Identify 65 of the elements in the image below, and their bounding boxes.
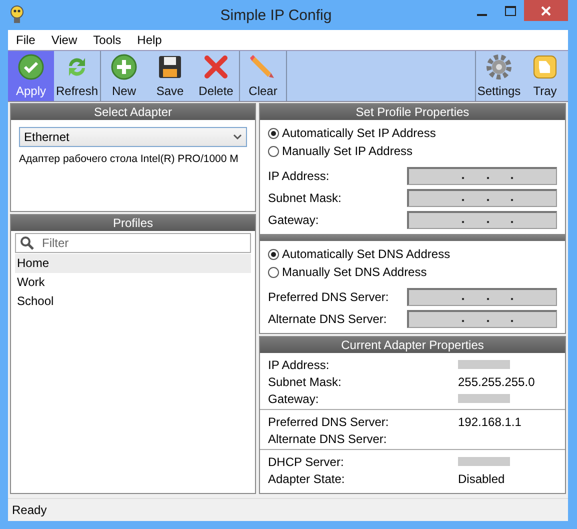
ip-address-field[interactable] [407, 167, 557, 185]
pencil-icon [249, 53, 277, 81]
close-icon [541, 6, 551, 16]
property-value: 255.255.255.0 [458, 374, 535, 388]
property-label: IP Address: [268, 358, 330, 372]
check-circle-icon [17, 53, 45, 81]
field-label: Subnet Mask: [268, 191, 342, 205]
menu-item[interactable]: File [8, 33, 44, 47]
settings-icon [485, 53, 513, 81]
toolbar-button[interactable]: Refresh [54, 51, 100, 101]
maximize-icon [504, 6, 516, 16]
adapter-description: Адаптер рабочего стола Intel(R) PRO/1000 M [19, 153, 240, 165]
profile-item[interactable]: Work [15, 273, 251, 292]
plus-circle-icon [110, 53, 138, 81]
radio-button[interactable] [268, 128, 279, 138]
ip-address-field[interactable] [407, 211, 557, 229]
field-label: IP Address: [268, 169, 330, 183]
field-label: Alternate DNS Server: [268, 312, 387, 326]
profile-item[interactable]: Home [15, 254, 251, 273]
property-value: 192.168.1.1 [458, 414, 522, 428]
toolbar-button[interactable]: Settings [476, 51, 522, 101]
panel-header: Select Adapter [11, 104, 255, 120]
window-title: Simple IP Config [219, 6, 333, 24]
toolbar-button[interactable]: Clear [240, 51, 286, 101]
search-icon [20, 236, 34, 250]
chevron-icon [233, 134, 242, 140]
property-label: Alternate DNS Server: [268, 432, 388, 446]
toolbar-button[interactable]: Save [147, 51, 193, 101]
field-label: Gateway: [268, 213, 319, 227]
profile-item[interactable]: School [15, 292, 251, 311]
property-label: Preferred DNS Server: [268, 414, 390, 428]
close-button[interactable] [524, 0, 568, 21]
toolbar-button[interactable]: Apply [8, 51, 54, 101]
toolbar-button[interactable]: Delete [193, 51, 239, 101]
radio-button[interactable] [268, 146, 279, 156]
filter-field[interactable]: Filter [15, 233, 251, 253]
menu-item[interactable]: Help [129, 33, 170, 47]
property-value: Disabled [458, 472, 505, 486]
adapter-dropdown[interactable]: Ethernet [19, 127, 247, 147]
panel-header: Current Adapter Properties [260, 337, 565, 353]
radio-button[interactable] [268, 248, 279, 260]
toolbar-button[interactable]: Tray [522, 51, 568, 101]
radio-label[interactable]: Manually Set DNS Address [282, 265, 427, 279]
property-label: Subnet Mask: [268, 374, 342, 388]
field-label: Preferred DNS Server: [268, 290, 389, 304]
panel-header: Set Profile Properties [260, 104, 565, 120]
radio-label[interactable]: Automatically Set DNS Address [282, 247, 450, 261]
ip-address-field[interactable] [407, 310, 557, 328]
property-label: Gateway: [268, 392, 320, 406]
app-icon [10, 5, 24, 25]
radio-button[interactable] [268, 266, 279, 278]
radio-label[interactable]: Automatically Set IP Address [282, 126, 436, 140]
delete-icon [202, 53, 230, 81]
ip-address-field[interactable] [407, 189, 557, 207]
radio-label[interactable]: Manually Set IP Address [282, 144, 413, 158]
menu-item[interactable]: View [43, 33, 86, 47]
panel-header: Profiles [11, 215, 255, 231]
tray-icon [531, 53, 559, 81]
menu-item[interactable]: Tools [85, 33, 130, 47]
minimize-icon [477, 14, 487, 16]
property-label: DHCP Server: [268, 454, 345, 468]
toolbar-button[interactable]: New [101, 51, 147, 101]
status-text: Ready [8, 498, 568, 521]
ip-address-field[interactable] [407, 288, 557, 306]
property-label: Adapter State: [268, 472, 346, 486]
